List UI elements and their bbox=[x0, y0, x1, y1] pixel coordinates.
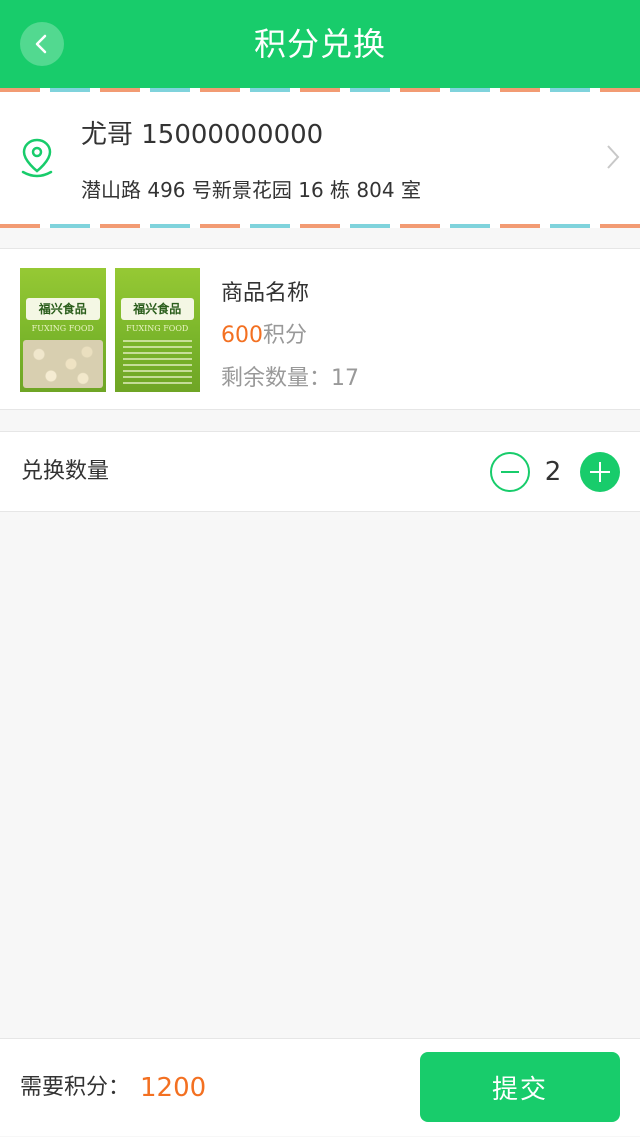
submit-button[interactable]: 提交 bbox=[420, 1052, 620, 1122]
plus-icon[interactable] bbox=[580, 452, 620, 492]
points-value: 600 bbox=[221, 323, 263, 348]
chevron-left-icon bbox=[35, 34, 47, 54]
product-stock: 剩余数量：17 bbox=[221, 366, 359, 391]
package-back: 福兴食品 FUXING FOOD bbox=[114, 268, 200, 392]
chevron-right-icon bbox=[607, 145, 620, 169]
location-pin-icon bbox=[21, 138, 53, 178]
page-title: 积分兑换 bbox=[253, 25, 386, 63]
address-card[interactable]: 尤哥 15000000000 潜山路 496 号新景花园 16 栋 804 室 bbox=[0, 88, 640, 228]
required-points-total: 1200 bbox=[140, 1073, 207, 1103]
recipient-name-phone: 尤哥 15000000000 bbox=[81, 120, 324, 150]
footer-bar: 需要积分： 1200 提交 bbox=[0, 1038, 640, 1136]
product-name: 商品名称 bbox=[221, 281, 310, 306]
points-unit: 积分 bbox=[263, 323, 308, 348]
header-bar: 积分兑换 bbox=[0, 0, 640, 88]
quantity-label: 兑换数量 bbox=[21, 459, 110, 484]
minus-icon[interactable] bbox=[490, 452, 530, 492]
envelope-stripe-bottom bbox=[0, 224, 640, 228]
envelope-stripe-top bbox=[0, 88, 640, 92]
quantity-row: 兑换数量 2 bbox=[0, 431, 640, 512]
back-button[interactable] bbox=[20, 22, 64, 66]
product-image: 福兴食品 FUXING FOOD 福兴食品 FUXING FOOD bbox=[20, 268, 200, 392]
product-card: 福兴食品 FUXING FOOD 福兴食品 FUXING FOOD 商品名称 6… bbox=[0, 248, 640, 410]
product-points: 600积分 bbox=[221, 317, 307, 349]
quantity-value: 2 bbox=[544, 457, 562, 487]
package-front: 福兴食品 FUXING FOOD bbox=[20, 268, 106, 392]
required-points-label: 需要积分： bbox=[20, 1075, 131, 1100]
recipient-address: 潜山路 496 号新景花园 16 栋 804 室 bbox=[81, 178, 421, 202]
